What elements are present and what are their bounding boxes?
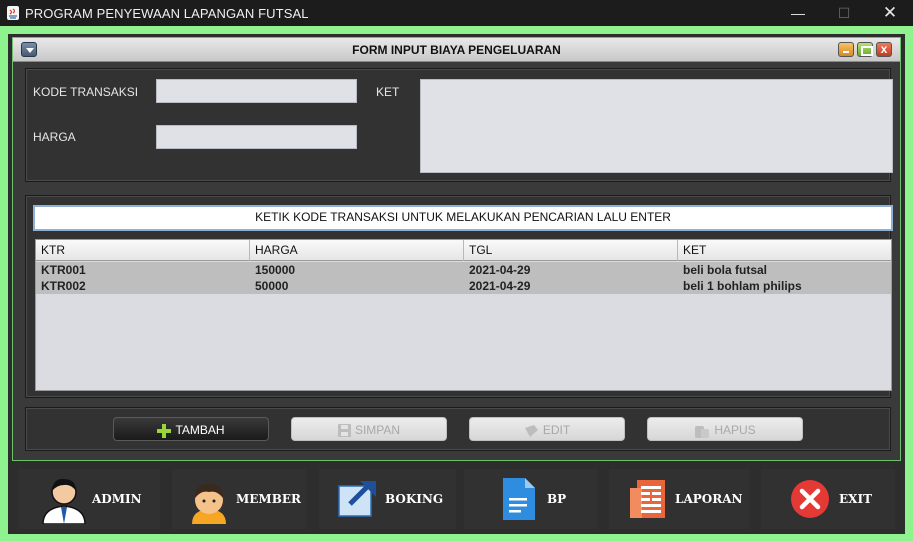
ket-textarea[interactable] [420, 79, 893, 173]
table-row[interactable]: KTR002 50000 2021-04-29 beli 1 bohlam ph… [36, 278, 891, 294]
trash-icon [695, 426, 710, 439]
button-panel: TAMBAH SIMPAN EDIT HAPUS [25, 407, 891, 451]
maximize-button[interactable]: ☐ [821, 0, 867, 26]
tambah-label: TAMBAH [175, 423, 225, 437]
table-header: KTR HARGA TGL KET [36, 240, 891, 261]
edit-label: EDIT [542, 423, 571, 437]
table-row[interactable]: KTR001 150000 2021-04-29 beli bola futsa… [36, 262, 891, 278]
edit-button[interactable]: EDIT [469, 417, 625, 441]
admin-label: ADMIN [92, 492, 142, 506]
nav-admin-button[interactable]: ADMIN [19, 469, 160, 529]
nav-bp-button[interactable]: BP [464, 469, 597, 529]
form-title: FORM INPUT BIAYA PENGELUARAN [352, 43, 561, 57]
cell-harga: 150000 [255, 263, 296, 277]
tambah-button[interactable]: TAMBAH [113, 417, 269, 441]
column-header-tgl[interactable]: TGL [464, 240, 678, 261]
cell-ket: beli 1 bohlam philips [683, 279, 802, 293]
simpan-label: SIMPAN [354, 423, 401, 437]
nav-member-button[interactable]: MEMBER [172, 469, 307, 529]
simpan-button[interactable]: SIMPAN [291, 417, 447, 441]
ket-label: KET [376, 85, 400, 99]
title-bar: PROGRAM PENYEWAAN LAPANGAN FUTSAL — ☐ ✕ [0, 0, 913, 26]
frame-minimize-icon[interactable] [838, 42, 854, 57]
kode-transaksi-label: KODE TRANSAKSI [33, 85, 139, 99]
internal-frame-titlebar: FORM INPUT BIAYA PENGELUARAN x [13, 38, 900, 62]
cell-ket: beli bola futsal [683, 263, 768, 277]
document-icon [503, 478, 535, 520]
exit-label: EXIT [839, 492, 872, 506]
table-panel: KETIK KODE TRANSAKSI UNTUK MELAKUKAN PEN… [25, 195, 893, 398]
report-icon [630, 480, 665, 518]
minimize-button[interactable]: — [775, 0, 821, 26]
column-header-ktr[interactable]: KTR [36, 240, 250, 261]
hapus-button[interactable]: HAPUS [647, 417, 803, 441]
cell-harga: 50000 [255, 279, 289, 293]
bp-label: BP [547, 492, 567, 506]
frame-close-icon[interactable]: x [876, 42, 892, 57]
nav-laporan-button[interactable]: LAPORAN [609, 469, 749, 529]
hapus-label: HAPUS [714, 423, 756, 437]
window-title: PROGRAM PENYEWAAN LAPANGAN FUTSAL [25, 6, 309, 21]
nav-exit-button[interactable]: EXIT [761, 469, 895, 529]
java-app-icon [7, 6, 19, 20]
input-panel: KODE TRANSAKSI HARGA KET [25, 68, 893, 182]
save-icon [337, 424, 351, 438]
member-user-icon [192, 484, 226, 524]
cell-ktr: KTR001 [41, 263, 86, 277]
member-label: MEMBER [236, 492, 301, 506]
nav-boking-button[interactable]: BOKING [319, 469, 456, 529]
cell-tgl: 2021-04-29 [469, 279, 531, 293]
edit-icon [524, 424, 538, 437]
internal-frame: FORM INPUT BIAYA PENGELUARAN x KODE TRAN… [12, 37, 901, 461]
boking-share-icon [338, 481, 376, 517]
kode-transaksi-input[interactable] [156, 79, 357, 103]
column-header-ket[interactable]: KET [678, 240, 891, 261]
plus-icon [157, 423, 172, 438]
exit-x-icon [791, 480, 829, 518]
data-table[interactable]: KTR HARGA TGL KET KTR001 150000 2021-04-… [35, 239, 892, 391]
harga-label: HARGA [33, 130, 76, 144]
cell-ktr: KTR002 [41, 279, 86, 293]
frame-maximize-icon[interactable] [857, 42, 873, 57]
laporan-label: LAPORAN [675, 492, 743, 506]
search-input[interactable]: KETIK KODE TRANSAKSI UNTUK MELAKUKAN PEN… [33, 205, 893, 231]
close-button[interactable]: ✕ [867, 0, 913, 26]
harga-input[interactable] [156, 125, 357, 149]
admin-user-icon [42, 478, 86, 524]
boking-label: BOKING [385, 492, 444, 506]
column-header-harga[interactable]: HARGA [250, 240, 464, 261]
cell-tgl: 2021-04-29 [469, 263, 531, 277]
